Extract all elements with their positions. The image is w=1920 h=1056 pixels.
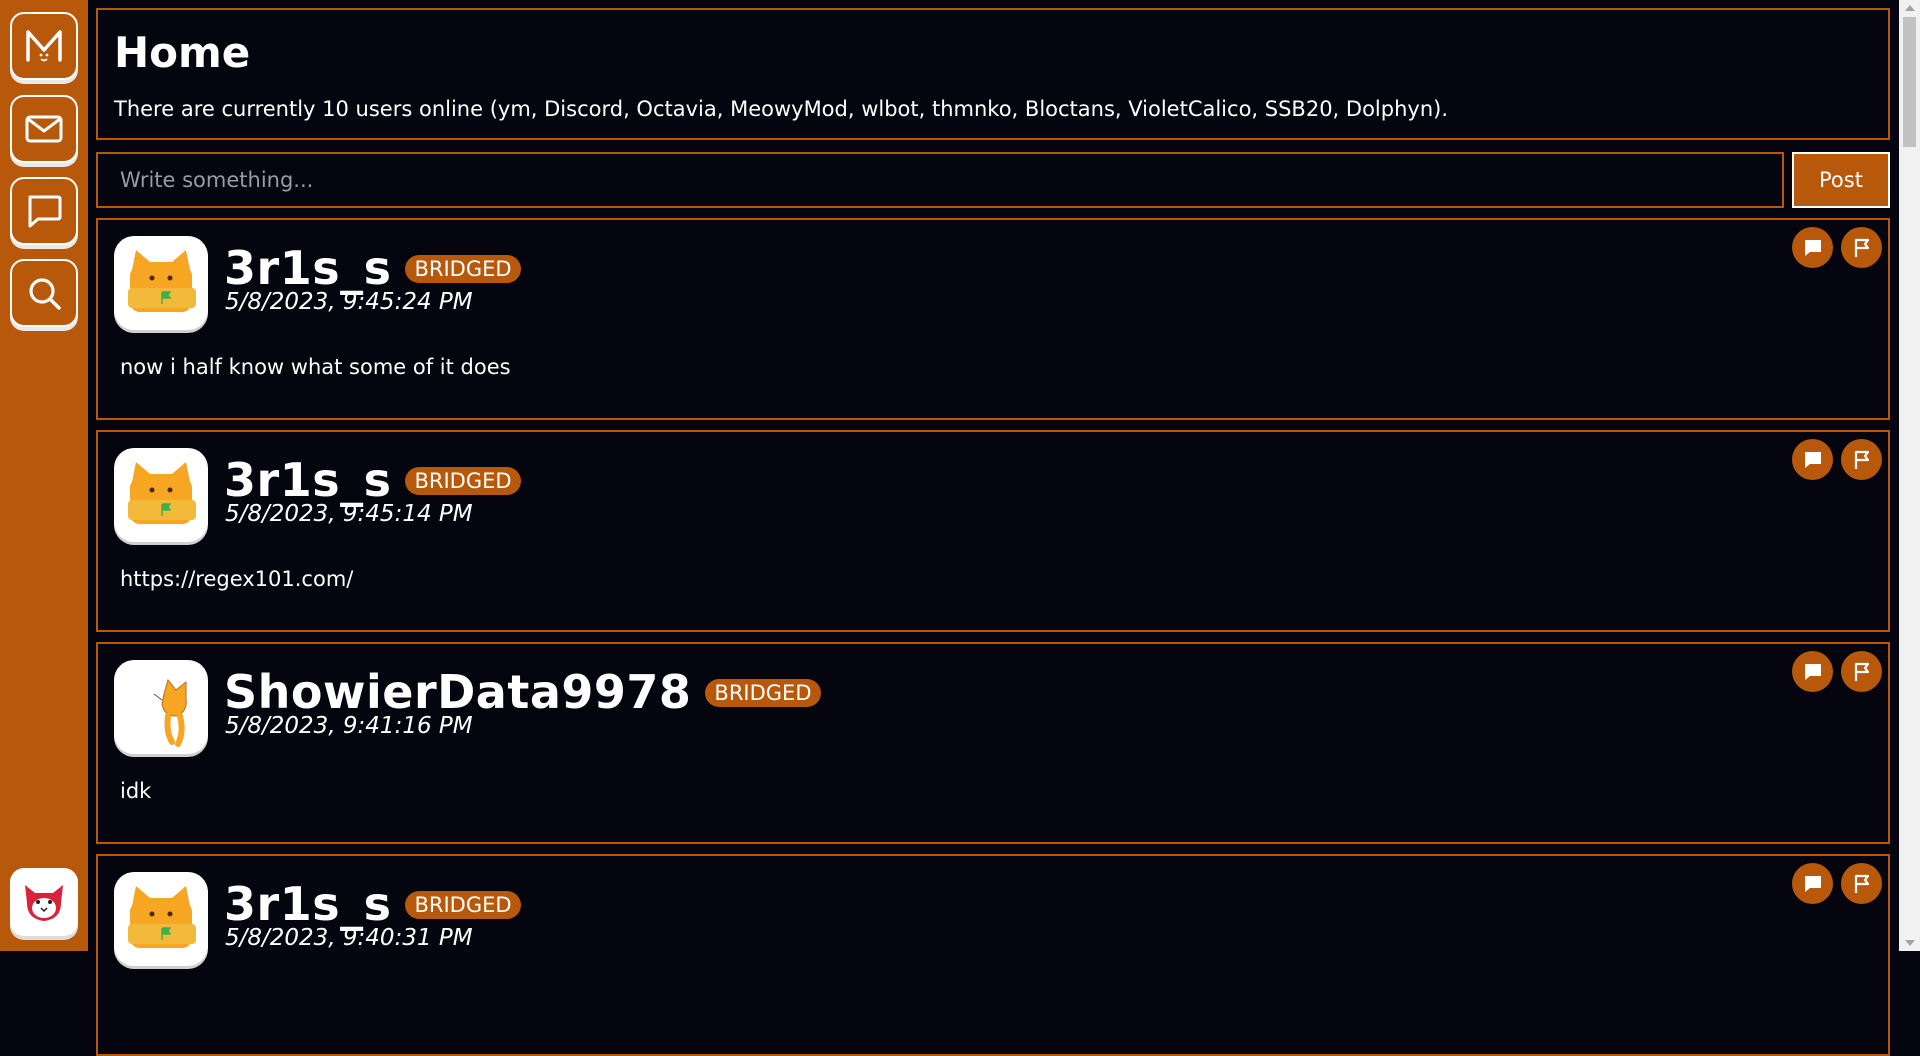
post: 3r1s_s BRIDGED 5/8/2023, 9:45:24 PM now i… xyxy=(96,218,1890,420)
post-actions xyxy=(1792,439,1882,480)
avatar[interactable] xyxy=(114,660,208,754)
chat-bubble-icon xyxy=(28,195,62,228)
profile-avatar-icon xyxy=(25,885,63,921)
report-button[interactable] xyxy=(1841,651,1882,692)
avatar[interactable] xyxy=(114,236,208,330)
post: ShowierData9978 BRIDGED 5/8/2023, 9:41:16… xyxy=(96,642,1890,844)
post-actions xyxy=(1792,227,1882,268)
post-username[interactable]: 3r1s_s BRIDGED xyxy=(224,878,521,930)
avatar[interactable] xyxy=(114,448,208,542)
reply-icon xyxy=(1804,875,1821,892)
reply-icon xyxy=(1804,239,1821,256)
post-username[interactable]: 3r1s_s BRIDGED xyxy=(224,454,521,506)
scroll-down-arrow-icon[interactable] xyxy=(1905,940,1915,946)
flag-icon xyxy=(1854,238,1869,257)
post-actions xyxy=(1792,651,1882,692)
username-text: 3r1s_s xyxy=(224,241,392,295)
bridged-badge: BRIDGED xyxy=(405,255,521,283)
post-timestamp: 5/8/2023, 9:40:31 PM xyxy=(225,925,473,951)
cat-avatar-icon xyxy=(128,462,196,524)
post-timestamp: 5/8/2023, 9:41:16 PM xyxy=(225,713,473,739)
profile-button[interactable] xyxy=(10,868,78,936)
mail-icon xyxy=(25,115,63,143)
home-header: Home There are currently 10 users online… xyxy=(96,8,1890,140)
meower-logo-button[interactable] xyxy=(10,12,78,80)
bridged-badge: BRIDGED xyxy=(405,467,521,495)
scroll-thumb[interactable] xyxy=(1903,17,1916,147)
post-actions xyxy=(1792,863,1882,904)
post-input[interactable] xyxy=(96,152,1784,208)
report-button[interactable] xyxy=(1841,227,1882,268)
flag-icon xyxy=(1854,450,1869,469)
post-username[interactable]: 3r1s_s BRIDGED xyxy=(224,242,521,294)
main-feed: Home There are currently 10 users online… xyxy=(96,8,1890,1056)
online-users-text: There are currently 10 users online (ym,… xyxy=(114,97,1449,121)
page-title: Home xyxy=(114,28,251,77)
post-content: now i half know what some of it does xyxy=(120,355,511,379)
flag-icon xyxy=(1854,662,1869,681)
report-button[interactable] xyxy=(1841,439,1882,480)
search-icon xyxy=(29,278,61,310)
bridged-badge: BRIDGED xyxy=(705,679,821,707)
post-timestamp: 5/8/2023, 9:45:24 PM xyxy=(225,289,473,315)
meower-logo-icon xyxy=(26,30,62,62)
compose-bar: Post xyxy=(96,152,1890,208)
avatar[interactable] xyxy=(114,872,208,966)
scroll-up-arrow-icon[interactable] xyxy=(1905,5,1915,11)
post-content: idk xyxy=(120,779,152,803)
username-text: ShowierData9978 xyxy=(224,665,692,719)
search-button[interactable] xyxy=(10,259,78,327)
reply-button[interactable] xyxy=(1792,439,1833,480)
username-text: 3r1s_s xyxy=(224,453,392,507)
reply-button[interactable] xyxy=(1792,651,1833,692)
cat-sketch-avatar-icon xyxy=(153,678,187,747)
page-scrollbar[interactable] xyxy=(1899,0,1920,951)
reply-button[interactable] xyxy=(1792,863,1833,904)
post: 3r1s_s BRIDGED 5/8/2023, 9:45:14 PM https… xyxy=(96,430,1890,632)
post-content: https://regex101.com/ xyxy=(120,567,354,591)
post-timestamp: 5/8/2023, 9:45:14 PM xyxy=(225,501,473,527)
report-button[interactable] xyxy=(1841,863,1882,904)
reply-button[interactable] xyxy=(1792,227,1833,268)
sidebar xyxy=(0,0,88,951)
chats-button[interactable] xyxy=(10,177,78,245)
inbox-button[interactable] xyxy=(10,95,78,163)
post-username[interactable]: ShowierData9978 BRIDGED xyxy=(224,666,821,718)
reply-icon xyxy=(1804,451,1821,468)
post-button[interactable]: Post xyxy=(1792,152,1890,208)
bridged-badge: BRIDGED xyxy=(405,891,521,919)
cat-avatar-icon xyxy=(128,250,196,312)
username-text: 3r1s_s xyxy=(224,877,392,931)
reply-icon xyxy=(1804,663,1821,680)
flag-icon xyxy=(1854,874,1869,893)
post: 3r1s_s BRIDGED 5/8/2023, 9:40:31 PM xyxy=(96,854,1890,1056)
cat-avatar-icon xyxy=(128,886,196,948)
